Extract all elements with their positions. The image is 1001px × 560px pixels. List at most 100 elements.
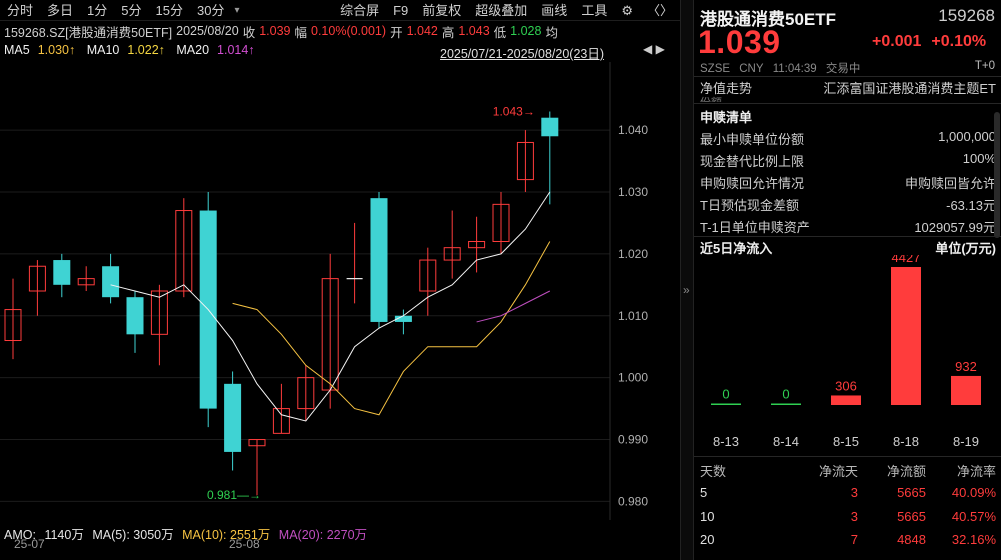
- change-value: 0.10%(0.001): [311, 24, 387, 38]
- range-nav-icon[interactable]: ◀ ▶: [643, 42, 665, 56]
- date-range[interactable]: 2025/07/21-2025/08/20(23日): [440, 43, 604, 62]
- flow-category-label: 8-15: [833, 434, 859, 449]
- ma20-value: 1.014↑: [217, 43, 255, 57]
- candle: [224, 371, 242, 471]
- last-price: 1.039: [698, 24, 781, 60]
- candle-body: [102, 266, 120, 298]
- ma20-line: [476, 290, 551, 323]
- adjust-button[interactable]: 前复权: [415, 0, 468, 21]
- y-tick-label: 1.020: [618, 247, 648, 261]
- x-label-aug: 25-08: [229, 537, 260, 551]
- flow-value-label: 932: [955, 359, 977, 374]
- max-price-label: 1.043→: [493, 105, 535, 119]
- list-item: T日预估现金差额 -63.13元: [700, 198, 996, 213]
- y-tick-label: 1.030: [618, 185, 648, 199]
- list-item: T-1日单位申赎资产 1029057.99元: [700, 220, 996, 235]
- flow-category-label: 8-19: [953, 434, 979, 449]
- y-tick-label: 0.990: [618, 433, 648, 447]
- candle: [394, 309, 412, 335]
- candle: [272, 383, 290, 434]
- tools-button[interactable]: 工具: [574, 0, 614, 21]
- flow-category-label: 8-14: [773, 434, 799, 449]
- tab-30min[interactable]: 30分: [190, 0, 231, 21]
- candle: [28, 260, 46, 316]
- min-price-label: 0.981—→: [207, 488, 261, 502]
- bar-date: 2025/08/20: [176, 24, 239, 38]
- flow-bar: [771, 403, 801, 405]
- fund-code: 159268: [938, 6, 995, 25]
- tab-5min[interactable]: 5分: [114, 0, 148, 21]
- tab-intraday[interactable]: 分时: [0, 0, 40, 21]
- tab-15min[interactable]: 15分: [149, 0, 190, 21]
- flow-table-header: 天数 净流天 净流额 净流率: [700, 464, 996, 479]
- amo-ma5: MA(5): 3050万: [92, 528, 174, 542]
- y-tick-label: 1.010: [618, 309, 648, 323]
- expand-arrow-icon[interactable]: »: [683, 283, 690, 297]
- ma5-value: 1.030↑: [37, 43, 76, 57]
- panel-splitter[interactable]: »: [680, 0, 694, 560]
- candle-body: [224, 383, 242, 452]
- list-item: 现金替代比例上限 100%: [700, 151, 996, 169]
- ohlc-info-bar: 159268.SZ[港股通消费50ETF] 2025/08/20 收 1.039…: [4, 23, 680, 40]
- high-value: 1.043: [458, 24, 490, 38]
- table-row: 5 3 5665 40.09%: [700, 485, 996, 500]
- candle-body: [541, 117, 559, 137]
- flow-bar: [891, 267, 921, 405]
- candle: [175, 198, 193, 298]
- y-tick-label: 1.000: [618, 371, 648, 385]
- candle: [419, 247, 437, 316]
- scrollbar[interactable]: [994, 112, 1000, 238]
- period-toolbar: 分时 多日 1分 5分 15分 30分 ▾ 综合屏 F9 前复权 超级叠加 画线…: [0, 0, 680, 21]
- candle: [321, 253, 339, 409]
- gear-icon[interactable]: ⚙: [614, 0, 640, 21]
- draw-line-button[interactable]: 画线: [534, 0, 574, 21]
- x-label-jul: 25-07: [14, 537, 45, 551]
- redemption-list-title: 申赎清单: [700, 110, 753, 125]
- price-change: +0.001 +0.10%: [872, 33, 987, 50]
- quote-panel: 港股通消费50ETF 159268 1.039 +0.001 +0.10% SZS…: [694, 0, 1001, 560]
- close-value: 1.039: [259, 24, 291, 38]
- y-tick-label: 0.980: [618, 494, 648, 508]
- candle-body: [53, 260, 71, 285]
- tab-multiday[interactable]: 多日: [40, 0, 80, 21]
- candle: [248, 439, 266, 496]
- flow-category-label: 8-18: [893, 434, 919, 449]
- candlestick-chart[interactable]: 1.040 1.030 1.020 1.010 1.000 0.990 0.980 1.043…: [0, 62, 680, 520]
- flow-value-label: 0: [722, 387, 729, 402]
- candle: [297, 365, 315, 421]
- candle: [126, 291, 144, 353]
- candle: [77, 266, 95, 291]
- y-tick-label: 1.040: [618, 123, 648, 137]
- low-value: 1.028: [510, 24, 542, 38]
- f9-button[interactable]: F9: [386, 0, 415, 21]
- t0-badge: T+0: [974, 60, 995, 72]
- candle: [53, 253, 71, 298]
- candle-body: [126, 297, 144, 335]
- flow-value-label: 4427: [892, 255, 921, 265]
- period-dropdown-icon[interactable]: ▾: [231, 0, 242, 21]
- composite-screen-button[interactable]: 综合屏: [333, 0, 386, 21]
- amo-value: 1140万: [44, 528, 84, 542]
- candle: [541, 111, 559, 205]
- candle: [4, 278, 22, 360]
- net-inflow-bar-chart: 0 8-13 0 8-14 306 8-15 4427 8-18 932 8-19: [711, 255, 981, 449]
- flow-bar: [951, 375, 981, 405]
- tab-1min[interactable]: 1分: [80, 0, 114, 21]
- list-item: 申购赎回允许情况 申购赎回皆允许: [700, 176, 996, 191]
- security-name: 159268.SZ[港股通消费50ETF]: [4, 25, 173, 40]
- table-row: 20 7 4848 32.16%: [700, 532, 996, 547]
- amo-indicator: AMO: 1140万 MA(5): 3050万 MA(10): 2551万 MA…: [4, 528, 368, 542]
- candle: [102, 253, 120, 304]
- ma10-value: 1.022↑: [127, 43, 165, 57]
- overlay-button[interactable]: 超级叠加: [468, 0, 534, 21]
- candle: [443, 210, 461, 279]
- candle: [492, 191, 510, 254]
- table-row: 10 3 5665 40.57%: [700, 509, 996, 524]
- kline-pane[interactable]: 分时 多日 1分 5分 15分 30分 ▾ 综合屏 F9 前复权 超级叠加 画线…: [0, 0, 680, 560]
- candle: [370, 191, 388, 329]
- flow-value-label: 306: [835, 378, 857, 393]
- candle-body: [370, 198, 388, 322]
- quote-meta: SZSE CNY 11:04:39 交易中: [700, 63, 861, 75]
- amo-ma20: MA(20): 2270万: [278, 528, 368, 542]
- collapse-icon[interactable]: 〈〉: [640, 0, 680, 21]
